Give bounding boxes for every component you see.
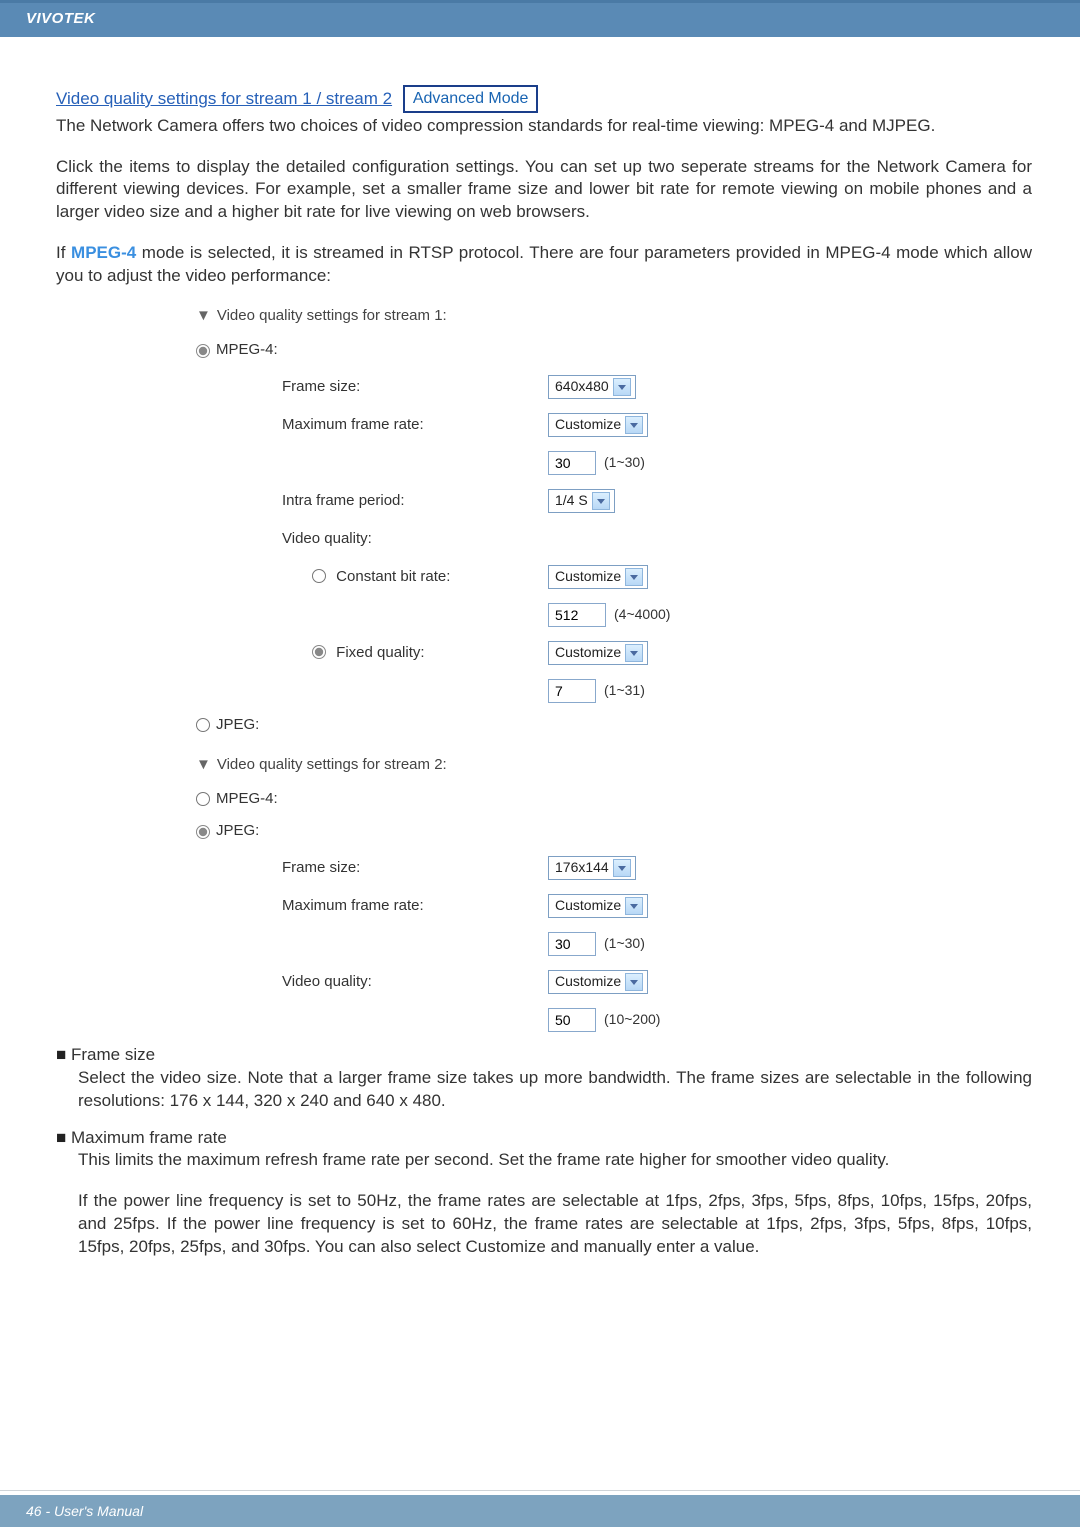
- brand-header: VIVOTEK: [0, 0, 1080, 37]
- intro-paragraph-1: The Network Camera offers two choices of…: [56, 115, 1032, 138]
- cbr-label: Constant bit rate:: [336, 568, 450, 585]
- frame-size-text: Select the video size. Note that a large…: [78, 1067, 1032, 1113]
- s2-video-quality-custom-row: (10~200): [282, 1006, 836, 1034]
- max-frame-rate-select[interactable]: Customize: [548, 413, 648, 437]
- fixed-quality-custom-row: (1~31): [312, 677, 836, 705]
- jpeg-radio-s2[interactable]: [196, 825, 210, 839]
- page-footer: 46 - User's Manual: [0, 1495, 1080, 1527]
- max-frame-rate-range: (1~30): [604, 453, 645, 472]
- mpeg4-radio-label: MPEG-4:: [216, 340, 278, 360]
- chevron-down-icon: [625, 416, 643, 434]
- chevron-down-icon: [613, 859, 631, 877]
- video-quality-row: Video quality:: [282, 525, 836, 553]
- s2-max-rate-input[interactable]: [548, 932, 596, 956]
- s2-max-rate-select[interactable]: Customize: [548, 894, 648, 918]
- mpeg4-radio[interactable]: [196, 344, 210, 358]
- settings-panel: ▼Video quality settings for stream 1: MP…: [196, 306, 836, 1034]
- s2-frame-size-row: Frame size: 176x144: [282, 854, 836, 882]
- chevron-down-icon: [592, 492, 610, 510]
- max-frame-rate-row: Maximum frame rate: Customize: [282, 411, 836, 439]
- s2-max-rate-row: Maximum frame rate: Customize: [282, 892, 836, 920]
- fixed-quality-input[interactable]: [548, 679, 596, 703]
- s2-frame-size-select[interactable]: 176x144: [548, 856, 636, 880]
- max-rate-text-2: If the power line frequency is set to 50…: [78, 1190, 1032, 1259]
- intro-paragraph-2: Click the items to display the detailed …: [56, 156, 1032, 225]
- max-rate-text: This limits the maximum refresh frame ra…: [78, 1149, 1032, 1172]
- advanced-mode-badge: Advanced Mode: [403, 85, 539, 113]
- s2-video-quality-range: (10~200): [604, 1010, 660, 1029]
- cbr-row: Constant bit rate: Customize: [312, 563, 836, 591]
- video-quality-label: Video quality:: [282, 529, 548, 549]
- jpeg-radio-row-s1[interactable]: JPEG:: [196, 715, 836, 735]
- mpeg4-mode-label: MPEG-4: [71, 243, 136, 262]
- collapse-icon: ▼: [196, 756, 211, 773]
- intra-frame-row: Intra frame period: 1/4 S: [282, 487, 836, 515]
- s2-max-rate-range: (1~30): [604, 934, 645, 953]
- max-rate-explain: ■ Maximum frame rate This limits the max…: [56, 1127, 1032, 1260]
- s2-video-quality-row: Video quality: Customize: [282, 968, 836, 996]
- intro-paragraph-3: If MPEG-4 mode is selected, it is stream…: [56, 242, 1032, 288]
- footer-divider: [0, 1490, 1080, 1491]
- fixed-quality-row: Fixed quality: Customize: [312, 639, 836, 667]
- max-frame-rate-custom-row: (1~30): [282, 449, 836, 477]
- vq-settings-link[interactable]: Video quality settings for stream 1 / st…: [56, 89, 392, 108]
- chevron-down-icon: [625, 568, 643, 586]
- frame-size-heading: Frame size: [71, 1045, 155, 1064]
- s2-frame-size-label: Frame size:: [282, 858, 548, 878]
- intra-frame-select[interactable]: 1/4 S: [548, 489, 615, 513]
- mpeg4-radio-row[interactable]: MPEG-4:: [196, 340, 836, 360]
- s2-video-quality-label: Video quality:: [282, 972, 548, 992]
- jpeg-radio-s1[interactable]: [196, 718, 210, 732]
- max-frame-rate-label: Maximum frame rate:: [282, 415, 548, 435]
- stream2-title[interactable]: ▼Video quality settings for stream 2:: [196, 755, 836, 775]
- max-frame-rate-input[interactable]: [548, 451, 596, 475]
- mpeg4-radio-s2[interactable]: [196, 792, 210, 806]
- collapse-icon: ▼: [196, 307, 211, 324]
- fixed-quality-select[interactable]: Customize: [548, 641, 648, 665]
- cbr-range: (4~4000): [614, 605, 670, 624]
- main-content: Video quality settings for stream 1 / st…: [0, 37, 1080, 1293]
- cbr-select[interactable]: Customize: [548, 565, 648, 589]
- jpeg-radio-label-s1: JPEG:: [216, 715, 259, 735]
- cbr-input[interactable]: [548, 603, 606, 627]
- max-rate-heading: Maximum frame rate: [71, 1128, 227, 1147]
- mpeg4-radio-label-s2: MPEG-4:: [216, 789, 278, 809]
- chevron-down-icon: [625, 897, 643, 915]
- fixed-quality-range: (1~31): [604, 681, 645, 700]
- cbr-custom-row: (4~4000): [312, 601, 836, 629]
- s2-max-rate-custom-row: (1~30): [282, 930, 836, 958]
- chevron-down-icon: [613, 378, 631, 396]
- frame-size-explain: ■ Frame size Select the video size. Note…: [56, 1044, 1032, 1113]
- stream1-title[interactable]: ▼Video quality settings for stream 1:: [196, 306, 836, 326]
- s2-video-quality-input[interactable]: [548, 1008, 596, 1032]
- jpeg-radio-label-s2: JPEG:: [216, 821, 259, 841]
- chevron-down-icon: [625, 644, 643, 662]
- jpeg-radio-row-s2[interactable]: JPEG:: [196, 821, 836, 841]
- s2-video-quality-select[interactable]: Customize: [548, 970, 648, 994]
- fixed-quality-radio[interactable]: [312, 645, 326, 659]
- fixed-quality-label: Fixed quality:: [336, 644, 424, 661]
- s2-max-rate-label: Maximum frame rate:: [282, 896, 548, 916]
- frame-size-label: Frame size:: [282, 377, 548, 397]
- intra-frame-label: Intra frame period:: [282, 491, 548, 511]
- chevron-down-icon: [625, 973, 643, 991]
- mpeg4-radio-row-s2[interactable]: MPEG-4:: [196, 789, 836, 809]
- cbr-radio[interactable]: [312, 569, 326, 583]
- section-heading-line: Video quality settings for stream 1 / st…: [56, 85, 1032, 113]
- frame-size-select[interactable]: 640x480: [548, 375, 636, 399]
- frame-size-row: Frame size: 640x480: [282, 373, 836, 401]
